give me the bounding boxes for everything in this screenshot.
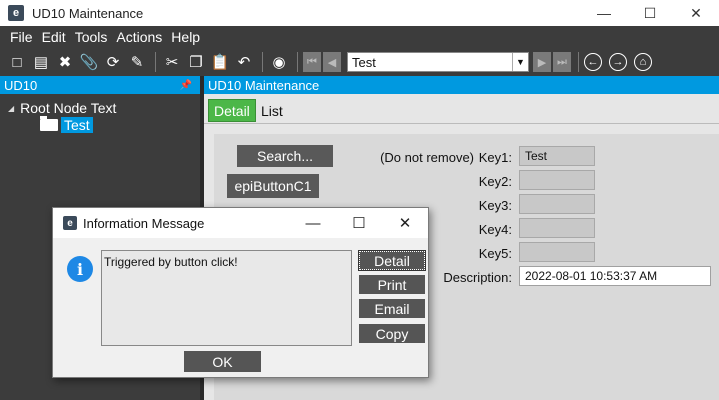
- expand-caret-icon[interactable]: ◢: [8, 104, 14, 113]
- key2-label: Key2:: [478, 174, 512, 189]
- menu-actions[interactable]: Actions: [116, 29, 162, 45]
- app-logo-icon: e: [63, 216, 77, 230]
- dialog-logo-letter: e: [67, 217, 73, 229]
- paste-icon[interactable]: 📋: [209, 51, 231, 73]
- tree-root-node[interactable]: ◢ Root Node Text: [8, 100, 116, 116]
- dialog-window-controls: — ☐ ✕: [290, 208, 428, 238]
- menu-file[interactable]: File: [10, 29, 33, 45]
- key1-field[interactable]: Test: [519, 146, 595, 166]
- save-icon[interactable]: ▤: [30, 51, 52, 73]
- search-binoculars-icon[interactable]: ◉: [268, 51, 290, 73]
- minimize-icon[interactable]: —: [290, 208, 336, 238]
- tab-detail[interactable]: Detail: [208, 99, 256, 122]
- first-record-icon[interactable]: ⏮: [303, 52, 321, 72]
- detail-button[interactable]: Detail: [358, 250, 426, 271]
- tab-list[interactable]: List: [256, 99, 288, 122]
- print-button[interactable]: Print: [359, 275, 425, 294]
- menu-edit[interactable]: Edit: [42, 29, 66, 45]
- previous-record-icon[interactable]: ◀: [323, 52, 341, 72]
- clear-icon[interactable]: ✎: [126, 51, 148, 73]
- back-icon[interactable]: ←: [584, 53, 602, 71]
- key2-field[interactable]: [519, 170, 595, 190]
- app-logo-letter: e: [12, 6, 20, 19]
- dialog-title: Information Message: [83, 215, 205, 231]
- minimize-icon[interactable]: —: [581, 0, 627, 26]
- toolbar: □ ▤ ✖ 📎 ⟳ ✎ ✂ ❐ 📋 ↶ ◉ ⏮ ◀ Test ▼ ▶ ⏭ ← →…: [0, 48, 719, 76]
- home-icon[interactable]: ⌂: [634, 53, 652, 71]
- dialog-titlebar: e Information Message — ☐ ✕: [53, 208, 428, 238]
- delete-icon[interactable]: ✖: [54, 51, 76, 73]
- toolbar-separator: [155, 52, 156, 72]
- record-combo-value: Test: [352, 54, 376, 70]
- close-icon[interactable]: ✕: [673, 0, 719, 26]
- refresh-icon[interactable]: ⟳: [102, 51, 124, 73]
- menu-bar: File Edit Tools Actions Help: [0, 26, 719, 48]
- key5-field[interactable]: [519, 242, 595, 262]
- main-panel-header: UD10 Maintenance: [204, 76, 719, 94]
- new-icon[interactable]: □: [6, 51, 28, 73]
- toolbar-separator: [262, 52, 263, 72]
- key4-label: Key4:: [478, 222, 512, 237]
- main-panel-title: UD10 Maintenance: [208, 77, 320, 93]
- search-button[interactable]: Search...: [237, 145, 333, 167]
- tree-panel-title: UD10: [4, 77, 38, 93]
- tree-child-node[interactable]: Test: [40, 116, 93, 133]
- window-controls: — ☐ ✕: [581, 0, 719, 26]
- key3-label: Key3:: [478, 198, 512, 213]
- toolbar-separator: [578, 52, 579, 72]
- info-icon: i: [67, 256, 93, 282]
- record-combo[interactable]: Test ▼: [347, 52, 529, 72]
- menu-tools[interactable]: Tools: [75, 29, 108, 45]
- folder-icon: [40, 116, 58, 131]
- cut-icon[interactable]: ✂: [161, 51, 183, 73]
- tree-panel-header: UD10 📌: [0, 76, 200, 94]
- key1-label: Key1:: [478, 150, 512, 165]
- message-text[interactable]: Triggered by button click!: [101, 250, 352, 346]
- maximize-icon[interactable]: ☐: [627, 0, 673, 26]
- tree-root-label: Root Node Text: [20, 100, 117, 116]
- key1-note: (Do not remove): [380, 150, 474, 165]
- maximize-icon[interactable]: ☐: [336, 208, 382, 238]
- last-record-icon[interactable]: ⏭: [553, 52, 571, 72]
- key4-field[interactable]: [519, 218, 595, 238]
- toolbar-separator: [297, 52, 298, 72]
- chevron-down-icon[interactable]: ▼: [512, 53, 528, 71]
- attach-icon[interactable]: 📎: [78, 51, 100, 73]
- close-icon[interactable]: ✕: [382, 208, 428, 238]
- tab-strip: Detail List: [204, 94, 719, 124]
- information-dialog: e Information Message — ☐ ✕ i Triggered …: [52, 207, 429, 378]
- next-record-icon[interactable]: ▶: [533, 52, 551, 72]
- copy-icon[interactable]: ❐: [185, 51, 207, 73]
- key3-field[interactable]: [519, 194, 595, 214]
- description-field[interactable]: 2022-08-01 10:53:37 AM: [519, 266, 711, 286]
- app-logo-icon: e: [8, 5, 24, 21]
- window-title: UD10 Maintenance: [32, 5, 144, 21]
- description-label: Description:: [443, 270, 512, 285]
- key5-label: Key5:: [478, 246, 512, 261]
- copy-button[interactable]: Copy: [359, 324, 425, 343]
- pin-icon[interactable]: 📌: [180, 80, 192, 91]
- tree-child-label: Test: [61, 117, 93, 133]
- ok-button[interactable]: OK: [184, 351, 261, 372]
- undo-icon[interactable]: ↶: [233, 51, 255, 73]
- menu-help[interactable]: Help: [171, 29, 200, 45]
- forward-icon[interactable]: →: [609, 53, 627, 71]
- epi-button[interactable]: epiButtonC1: [227, 174, 319, 198]
- window-titlebar: e UD10 Maintenance — ☐ ✕: [0, 0, 719, 26]
- email-button[interactable]: Email: [359, 299, 425, 318]
